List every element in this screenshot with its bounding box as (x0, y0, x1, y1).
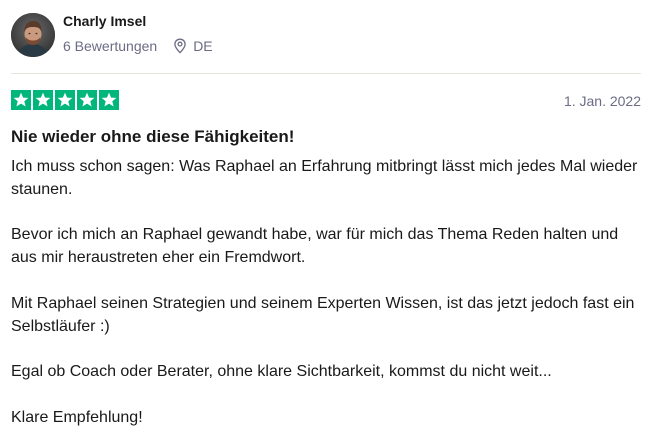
review-paragraph: Egal ob Coach oder Berater, ohne klare S… (11, 363, 552, 381)
review-body: Ich muss schon sagen: Was Raphael an Erf… (11, 156, 643, 430)
star-icon (33, 90, 53, 110)
author-details: 6 Bewertungen DE (63, 37, 213, 55)
avatar[interactable] (11, 13, 55, 57)
review-header: Charly Imsel 6 Bewertungen DE (11, 13, 213, 57)
review-paragraph: Mit Raphael seinen Strategien und seinem… (11, 294, 635, 335)
author-meta: Charly Imsel 6 Bewertungen DE (63, 12, 213, 55)
star-icon (77, 90, 97, 110)
star-rating (11, 90, 119, 110)
review-count: 6 Bewertungen (63, 38, 158, 54)
review-card: Charly Imsel 6 Bewertungen DE 1. Jan. 20… (0, 0, 652, 435)
review-paragraph: Ich muss schon sagen: Was Raphael an Erf… (11, 158, 638, 198)
divider (11, 73, 641, 74)
author-country: DE (193, 38, 213, 54)
location-pin-icon (173, 38, 187, 54)
review-date: 1. Jan. 2022 (563, 93, 641, 109)
avatar-photo (11, 13, 55, 57)
author-name[interactable]: Charly Imsel (63, 12, 213, 30)
star-icon (55, 90, 75, 110)
review-paragraph: Bevor ich mich an Raphael gewandt habe, … (11, 226, 619, 267)
star-icon (99, 90, 119, 110)
review-title[interactable]: Nie wieder ohne diese Fähigkeiten! (11, 126, 294, 148)
star-icon (11, 90, 31, 110)
review-paragraph: Klare Empfehlung! (11, 408, 143, 426)
